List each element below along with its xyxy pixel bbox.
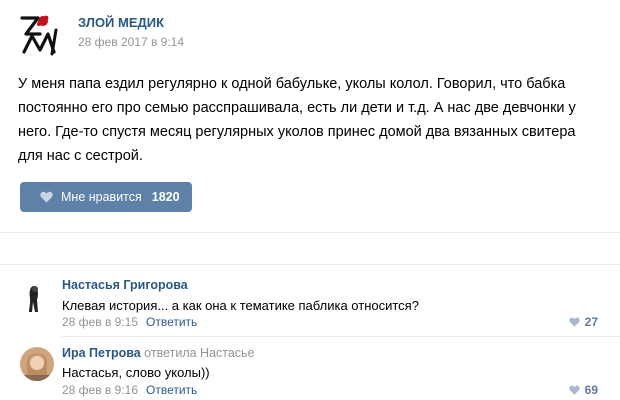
comment-meta: 28 фев в 9:16 Ответить [62,383,197,397]
zm-logo-icon[interactable] [18,12,64,56]
heart-icon [569,385,580,395]
avatar[interactable] [20,347,54,381]
like-label: Мне нравится [61,190,142,204]
like-button[interactable]: Мне нравится 1820 [20,182,192,212]
comment-like-count: 69 [584,383,598,397]
heart-icon [40,191,53,203]
avatar[interactable] [20,280,54,314]
comment-text: Клевая история... а как она к тематике п… [62,298,419,313]
comment-text: Настасья, слово уколы)) [62,365,210,380]
comment-item: Ира Петрова ответила Настасье Настасья, … [0,337,620,400]
like-count: 1820 [151,190,180,204]
comments-spacer [0,233,620,263]
comment-date[interactable]: 28 фев в 9:15 [62,315,138,329]
reply-link[interactable]: Ответить [146,383,197,397]
comment-author-link: Ира Петрова ответила Настасье [62,346,255,360]
comment-like-button[interactable]: 27 [569,315,598,329]
comment-like-count: 27 [584,315,598,329]
comment-item: Настасья Григорова Клевая история... а к… [0,265,620,337]
comment-author-name[interactable]: Ира Петрова [62,346,141,360]
post-header: ЗЛОЙ МЕДИК 28 фев 2017 в 9:14 [18,8,578,60]
heart-icon [569,317,580,327]
replied-to-text[interactable]: ответила Настасье [144,346,254,360]
comment-like-button[interactable]: 69 [569,383,598,397]
post-text: У меня папа ездил регулярно к одной бабу… [18,76,576,164]
comment-meta: 28 фев в 9:15 Ответить [62,315,197,329]
comment-author-link[interactable]: Настасья Григорова [62,278,188,292]
post-author-link[interactable]: ЗЛОЙ МЕДИК [78,15,164,30]
comment-date[interactable]: 28 фев в 9:16 [62,383,138,397]
reply-link[interactable]: Ответить [146,315,197,329]
post-date-link[interactable]: 28 фев 2017 в 9:14 [78,35,184,49]
